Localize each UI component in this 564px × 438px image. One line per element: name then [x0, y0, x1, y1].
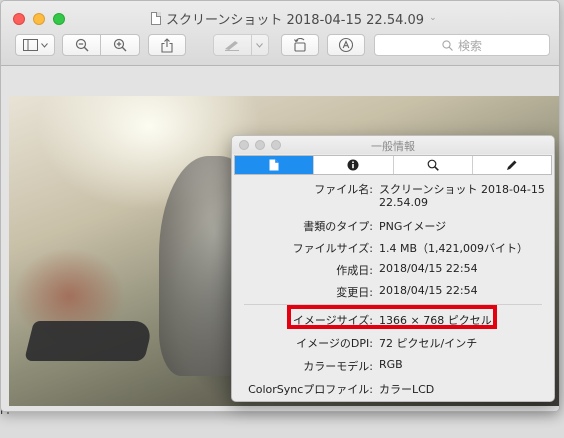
share-button[interactable] — [148, 34, 186, 56]
markup-icon — [338, 37, 354, 53]
rotate-icon — [294, 38, 306, 52]
search-input[interactable]: 検索 — [374, 34, 550, 56]
info-label: ColorSyncプロファイル: — [248, 383, 373, 396]
sidebar-icon — [16, 35, 54, 55]
rotate-button[interactable] — [281, 34, 319, 56]
zoom-out-icon — [75, 38, 88, 52]
info-value: RGB — [379, 358, 403, 371]
info-value: スクリーンショット 2018-04-15 — [379, 183, 545, 196]
info-label: イメージサイズ: — [292, 314, 373, 327]
minimize-window-button[interactable] — [33, 13, 45, 25]
info-label: ファイル名: — [314, 183, 373, 196]
chevron-down-icon — [250, 35, 268, 55]
window-titlebar: スクリーンショット 2018-04-15 22.54.09 ⌄ 検索 — [1, 1, 559, 66]
document-icon — [151, 11, 161, 25]
info-value: 1.4 MB（1,421,009バイト） — [379, 242, 529, 255]
zoom-out-button[interactable] — [63, 35, 100, 55]
info-value: 72 ピクセル/インチ — [379, 337, 478, 350]
tab-search[interactable] — [392, 156, 472, 174]
info-icon — [347, 159, 359, 171]
info-label: 書類のタイプ: — [303, 220, 373, 233]
zoom-controls — [62, 34, 140, 56]
info-label: イメージのDPI: — [296, 337, 373, 350]
window-title-text: スクリーンショット 2018-04-15 22.54.09 — [166, 12, 425, 28]
inspector-panel: 一般情報 ファイル名: スクリーンショット 2018-04-15 22.54.0… — [231, 135, 555, 402]
tab-more-info[interactable] — [313, 156, 392, 174]
close-window-button[interactable] — [13, 13, 25, 25]
zoom-in-button[interactable] — [100, 35, 139, 55]
search-icon — [442, 39, 453, 51]
search-placeholder: 検索 — [457, 38, 482, 53]
pen-icon — [214, 35, 251, 55]
window-title[interactable]: スクリーンショット 2018-04-15 22.54.09 ⌄ — [151, 10, 437, 28]
tab-annotations[interactable] — [471, 156, 551, 174]
sidebar-toggle-button[interactable] — [15, 34, 55, 56]
info-value: 2018/04/15 22:54 — [379, 284, 478, 297]
info-label: 作成日: — [336, 264, 373, 277]
chevron-down-icon — [40, 42, 48, 48]
info-value: 2018/04/15 22:54 — [379, 262, 478, 275]
inspector-titlebar: 一般情報 — [232, 136, 554, 154]
inspector-title: 一般情報 — [371, 140, 415, 153]
markup-toolbar-button[interactable] — [327, 34, 365, 56]
info-value: 22.54.09 — [379, 196, 428, 209]
share-icon — [161, 37, 173, 53]
chevron-down-icon: ⌄ — [429, 13, 437, 23]
info-label: カラーモデル: — [303, 360, 373, 373]
info-value: 1366 × 768 ピクセル — [379, 314, 492, 327]
inspector-info-list: ファイル名: スクリーンショット 2018-04-15 22.54.09 書類の… — [232, 176, 554, 401]
image-bike-shape — [24, 321, 154, 361]
info-label: ファイルサイズ: — [292, 242, 373, 255]
magnifier-icon — [427, 159, 439, 171]
info-value: カラーLCD — [379, 383, 435, 396]
document-icon — [269, 159, 279, 171]
zoom-window-button[interactable] — [53, 13, 65, 25]
pencil-icon — [506, 160, 517, 170]
zoom-in-icon — [113, 38, 127, 52]
markup-pen-button[interactable] — [213, 34, 269, 56]
info-label: 変更日: — [336, 286, 373, 299]
tab-general-info[interactable] — [235, 156, 314, 174]
inspector-tabs — [234, 155, 552, 175]
info-value: PNGイメージ — [379, 220, 447, 233]
